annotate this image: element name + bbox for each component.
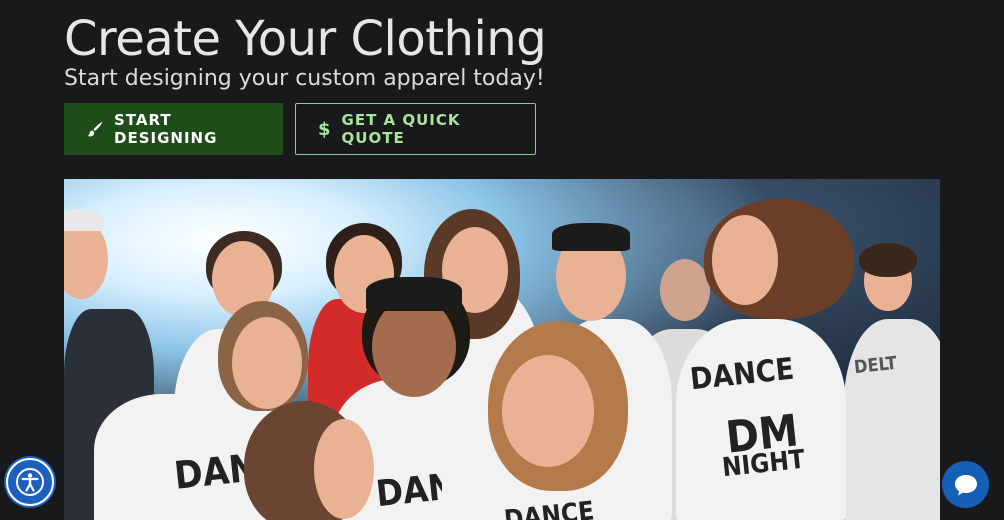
quick-quote-label: GET A QUICK QUOTE <box>341 111 461 147</box>
chat-button[interactable] <box>942 461 989 508</box>
shirt-print: DELT <box>853 352 898 379</box>
page-title: Create Your Clothing <box>64 11 547 67</box>
start-designing-label: START DESIGNING <box>114 111 218 147</box>
page-subtitle: Start designing your custom apparel toda… <box>64 66 545 91</box>
paintbrush-icon <box>86 120 104 138</box>
cta-buttons: START DESIGNING $ GET A QUICK QUOTE <box>64 103 536 155</box>
hero-photo: DANCE DM NIGHT DELT DANCE DANC DANCE <box>64 179 940 520</box>
chat-bubble-icon <box>953 473 979 497</box>
accessibility-icon <box>14 466 46 498</box>
start-designing-button[interactable]: START DESIGNING <box>64 103 283 155</box>
hero-section: Create Your Clothing Start designing you… <box>64 14 940 92</box>
dollar-icon: $ <box>318 118 332 140</box>
quick-quote-button[interactable]: $ GET A QUICK QUOTE <box>295 103 536 155</box>
accessibility-button[interactable] <box>6 458 54 506</box>
